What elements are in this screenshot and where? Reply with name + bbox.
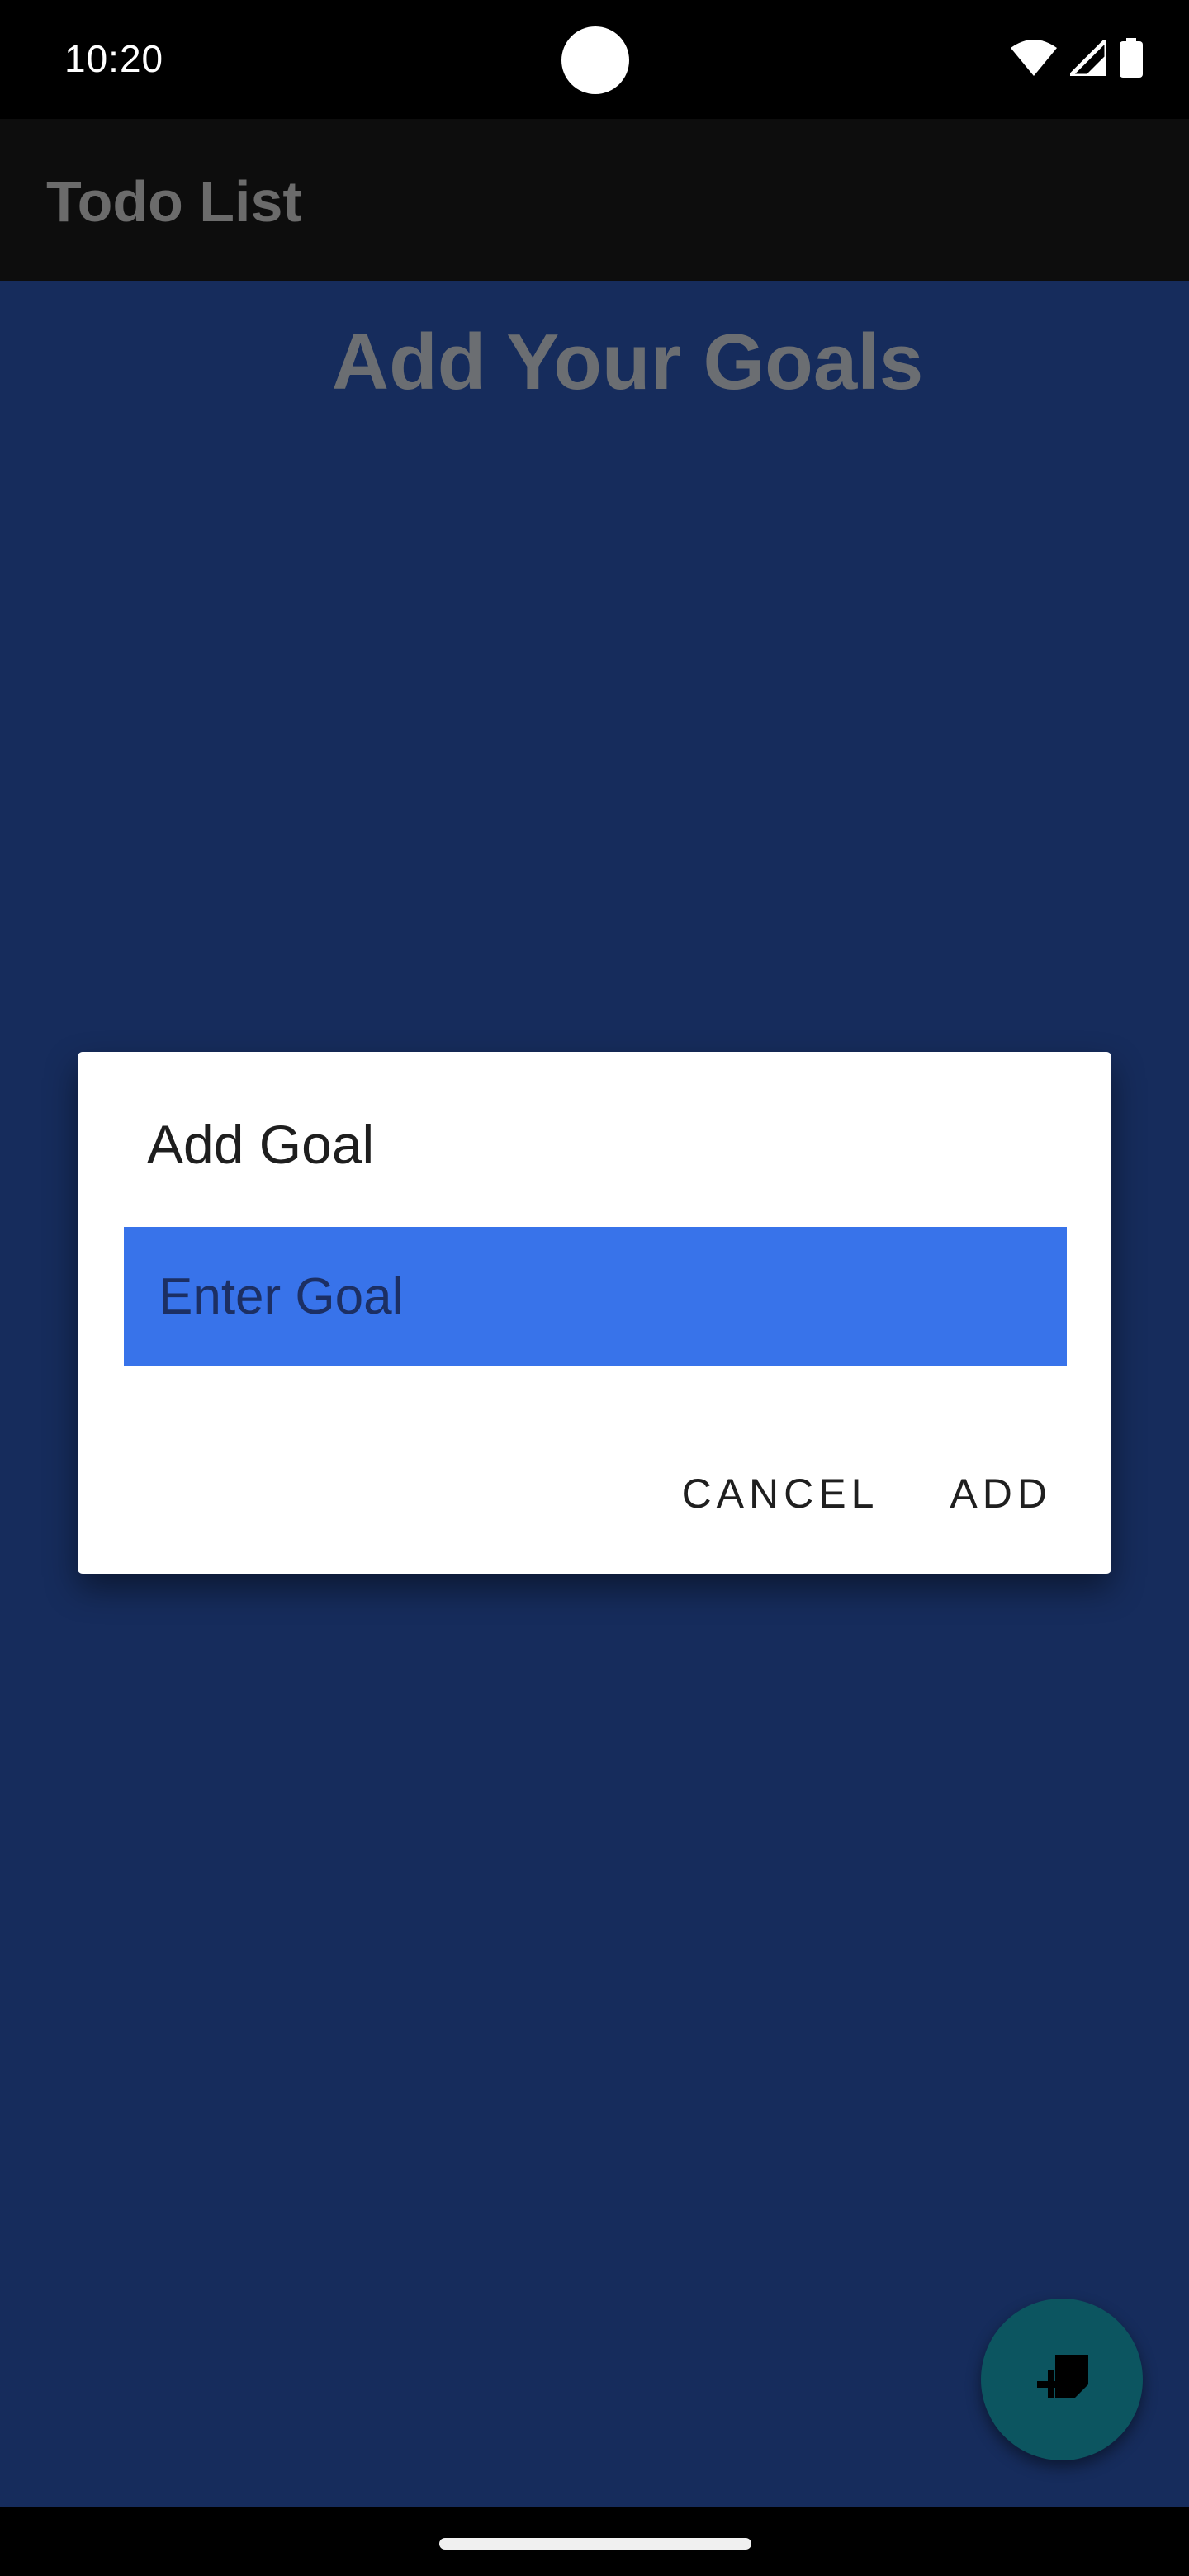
dialog-actions: CANCEL ADD	[682, 1470, 1052, 1518]
status-time: 10:20	[64, 37, 164, 80]
phone-screen: 10:20 Todo List Add Your Goals Add Goal …	[0, 0, 1189, 2576]
cancel-button[interactable]: CANCEL	[682, 1470, 879, 1518]
camera-cutout	[561, 26, 629, 94]
home-gesture-handle[interactable]	[439, 2538, 751, 2550]
status-icons	[1011, 34, 1143, 82]
navigation-bar	[0, 2507, 1189, 2576]
page-heading: Add Your Goals	[331, 318, 924, 406]
dialog-title: Add Goal	[147, 1114, 375, 1175]
add-button[interactable]: ADD	[950, 1470, 1052, 1518]
app-title: Todo List	[46, 169, 302, 234]
add-goal-fab[interactable]	[981, 2299, 1143, 2460]
app-bar: Todo List	[0, 119, 1189, 281]
cellular-signal-icon	[1064, 34, 1109, 80]
goal-input[interactable]	[124, 1227, 1067, 1366]
status-bar: 10:20	[0, 0, 1189, 119]
wifi-icon	[1011, 39, 1057, 80]
add-note-icon	[1032, 2348, 1092, 2412]
battery-icon	[1120, 37, 1143, 82]
add-goal-dialog: Add Goal CANCEL ADD	[78, 1052, 1111, 1574]
